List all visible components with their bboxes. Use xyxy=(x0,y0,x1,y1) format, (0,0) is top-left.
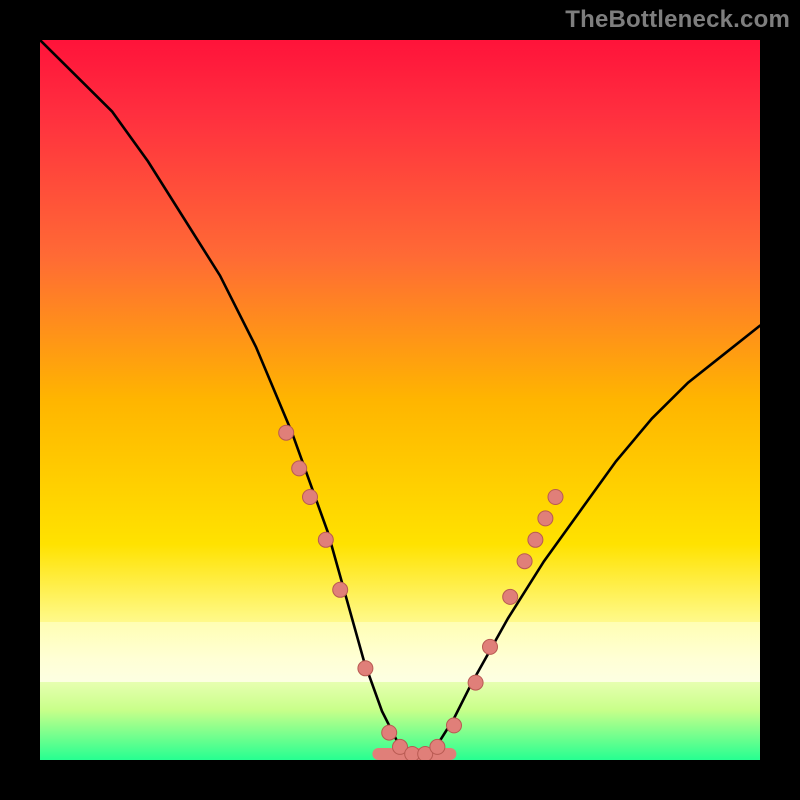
data-dot xyxy=(483,639,498,654)
plot-area xyxy=(40,40,760,760)
watermark-text: TheBottleneck.com xyxy=(565,6,790,34)
data-dot xyxy=(333,582,348,597)
data-dot xyxy=(503,589,518,604)
data-dot xyxy=(279,425,294,440)
data-dot xyxy=(382,725,397,740)
outer-frame: TheBottleneck.com xyxy=(0,0,800,800)
data-dot xyxy=(318,532,333,547)
data-dot xyxy=(303,490,318,505)
data-dot xyxy=(358,661,373,676)
data-dot xyxy=(548,490,563,505)
data-dot xyxy=(468,675,483,690)
data-dot xyxy=(447,718,462,733)
data-dot xyxy=(528,532,543,547)
pale-band xyxy=(40,622,760,682)
data-dot xyxy=(292,461,307,476)
data-dot xyxy=(430,739,445,754)
data-dot xyxy=(517,554,532,569)
data-dot xyxy=(538,511,553,526)
chart-svg xyxy=(40,40,760,760)
